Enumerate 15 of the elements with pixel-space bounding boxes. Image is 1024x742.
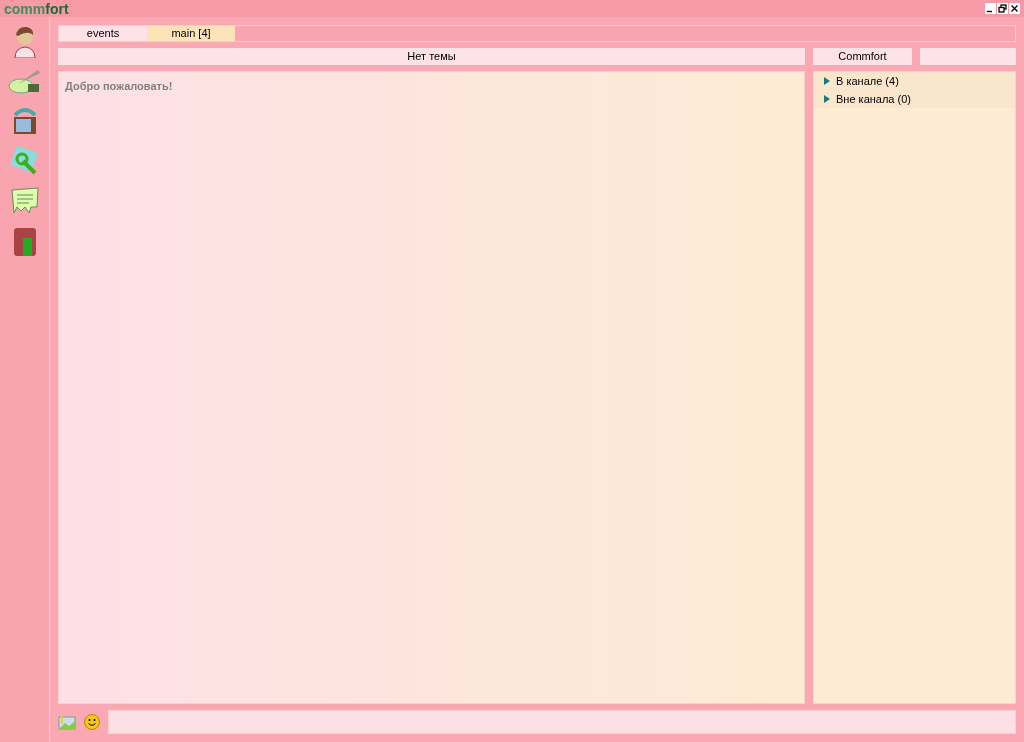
app-logo: commfort bbox=[4, 1, 69, 16]
close-icon bbox=[1010, 4, 1019, 13]
expand-arrow-icon[interactable] bbox=[824, 77, 830, 85]
welcome-message: Добро пожаловать! bbox=[65, 79, 174, 94]
restore-button[interactable] bbox=[997, 3, 1008, 14]
close-button[interactable] bbox=[1009, 3, 1020, 14]
channel-tab[interactable]: main [4] bbox=[147, 26, 235, 41]
channel-name: Commfort bbox=[813, 48, 912, 65]
message-input[interactable] bbox=[108, 710, 1016, 734]
restore-icon bbox=[998, 4, 1007, 13]
minimize-button[interactable] bbox=[985, 3, 996, 14]
channel-tab[interactable]: events bbox=[59, 26, 147, 41]
smiley-icon[interactable] bbox=[84, 714, 100, 730]
expand-arrow-icon[interactable] bbox=[824, 95, 830, 103]
topic-bar: Нет темы bbox=[58, 48, 805, 65]
